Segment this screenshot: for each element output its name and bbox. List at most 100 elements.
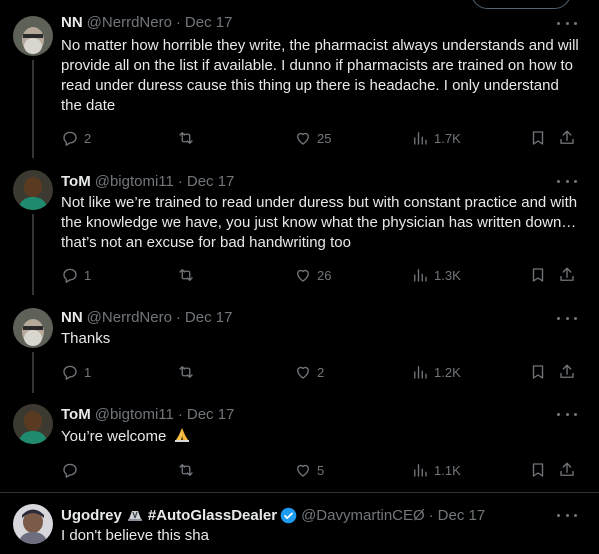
bookmark-button[interactable] [529,362,547,382]
post-date[interactable]: Dec 17 [438,507,486,524]
post-3[interactable]: NN @NerrdNero · Dec 17 Thanks 1 2 1.2K [0,295,599,393]
views-icon [414,269,427,282]
view-count: 1.2K [434,364,461,380]
post-date[interactable]: Dec 17 [187,173,235,190]
share-button[interactable] [558,460,576,480]
reply-count: 1 [84,364,92,380]
handle[interactable]: @bigtomi11 [95,406,174,423]
reply-count: 2 [84,130,92,146]
reply-button[interactable]: 1 [61,265,91,285]
conversation-thread: NN @NerrdNero · Dec 17 No matter how hor… [0,0,599,554]
share-icon [560,364,574,378]
more-icon[interactable] [557,15,577,31]
repost-button[interactable] [177,128,200,148]
views-button[interactable]: 1.2K [411,362,461,382]
avatar[interactable] [13,16,53,56]
post-4[interactable]: ToM @bigtomi11 · Dec 17 You’re welcome 5… [0,393,599,492]
repost-button[interactable] [177,460,200,480]
post-date[interactable]: Dec 17 [185,14,233,31]
avatar[interactable] [13,404,53,444]
views-button[interactable]: 1.3K [411,265,461,285]
like-button[interactable]: 5 [294,460,324,480]
display-name[interactable]: ToM [61,406,91,423]
views-button[interactable]: 1.1K [411,460,461,480]
post-header: ToM @bigtomi11 · Dec 17 [61,171,234,191]
share-button[interactable] [558,265,576,285]
display-name-tag[interactable]: #AutoGlassDealer [148,507,277,524]
post-header: NN @NerrdNero · Dec 17 [61,12,232,32]
reply-button[interactable]: 1 [61,362,91,382]
separator: · [177,405,183,423]
handle[interactable]: @NerrdNero [87,14,172,31]
action-bar: 5 1.1K [61,460,581,480]
bookmark-icon [532,463,544,477]
post-date[interactable]: Dec 17 [185,309,233,326]
view-count: 1.1K [434,462,461,478]
share-button[interactable] [558,128,576,148]
like-count: 25 [317,130,332,146]
thread-line [32,352,34,393]
handle[interactable]: @NerrdNero [87,309,172,326]
like-button[interactable]: 2 [294,362,324,382]
separator: · [175,308,181,326]
bookmark-button[interactable] [529,460,547,480]
separator: · [428,506,434,524]
post-text: Not like we’re trained to read under dur… [61,194,578,251]
reply-button[interactable] [61,460,84,480]
display-name[interactable]: NN [61,14,83,31]
share-button[interactable] [558,362,576,382]
more-icon[interactable] [557,310,577,326]
share-icon [560,267,574,281]
post-text: I don't believe this sha [61,527,209,544]
view-count: 1.7K [434,130,461,146]
more-icon[interactable] [557,406,577,422]
bookmark-button[interactable] [529,265,547,285]
avatar[interactable] [13,170,53,210]
avatar[interactable] [13,308,53,348]
separator: · [175,13,181,31]
view-count: 1.3K [434,267,461,283]
views-button[interactable]: 1.7K [411,128,461,148]
post-1[interactable]: NN @NerrdNero · Dec 17 No matter how hor… [0,0,599,160]
action-bar: 2 25 1.7K [61,128,581,148]
folded-hands-emoji-icon [174,428,189,442]
thread-line [32,60,34,158]
more-icon[interactable] [557,507,577,523]
reply-icon [63,268,77,283]
bookmark-icon [532,365,544,379]
repost-button[interactable] [177,265,200,285]
display-name[interactable]: NN [61,309,83,326]
like-button[interactable]: 26 [294,265,331,285]
reply-icon [63,131,77,146]
post-text: Thanks [61,330,111,347]
bookmark-icon [532,131,544,145]
heart-icon [297,132,309,145]
more-icon[interactable] [557,173,577,189]
handle[interactable]: @bigtomi11 [95,173,174,190]
like-count: 26 [317,267,332,283]
repost-icon [179,464,193,476]
post-2[interactable]: ToM @bigtomi11 · Dec 17 Not like we’re t… [0,160,599,295]
post-5[interactable]: Ugodrey #AutoGlassDealer @DavymartinCEØ … [0,493,599,554]
thread-line [32,214,34,295]
reply-button[interactable]: 2 [61,128,91,148]
like-button[interactable]: 25 [294,128,331,148]
handle[interactable]: @DavymartinCEØ [301,507,425,524]
repost-icon [179,132,193,144]
post-date[interactable]: Dec 17 [187,406,235,423]
verified-badge-icon [280,507,297,523]
reply-icon [63,365,77,380]
repost-icon [179,366,193,378]
like-count: 5 [317,462,325,478]
reply-icon [63,463,77,478]
display-name[interactable]: ToM [61,173,91,190]
post-header: NN @NerrdNero · Dec 17 [61,307,232,327]
display-name[interactable]: Ugodrey [61,507,122,524]
bookmark-button[interactable] [529,128,547,148]
avatar[interactable] [13,504,53,544]
repost-button[interactable] [177,362,200,382]
heart-icon [297,366,309,379]
views-icon [414,132,427,145]
post-header: Ugodrey #AutoGlassDealer @DavymartinCEØ … [61,505,485,525]
share-icon [560,462,574,476]
